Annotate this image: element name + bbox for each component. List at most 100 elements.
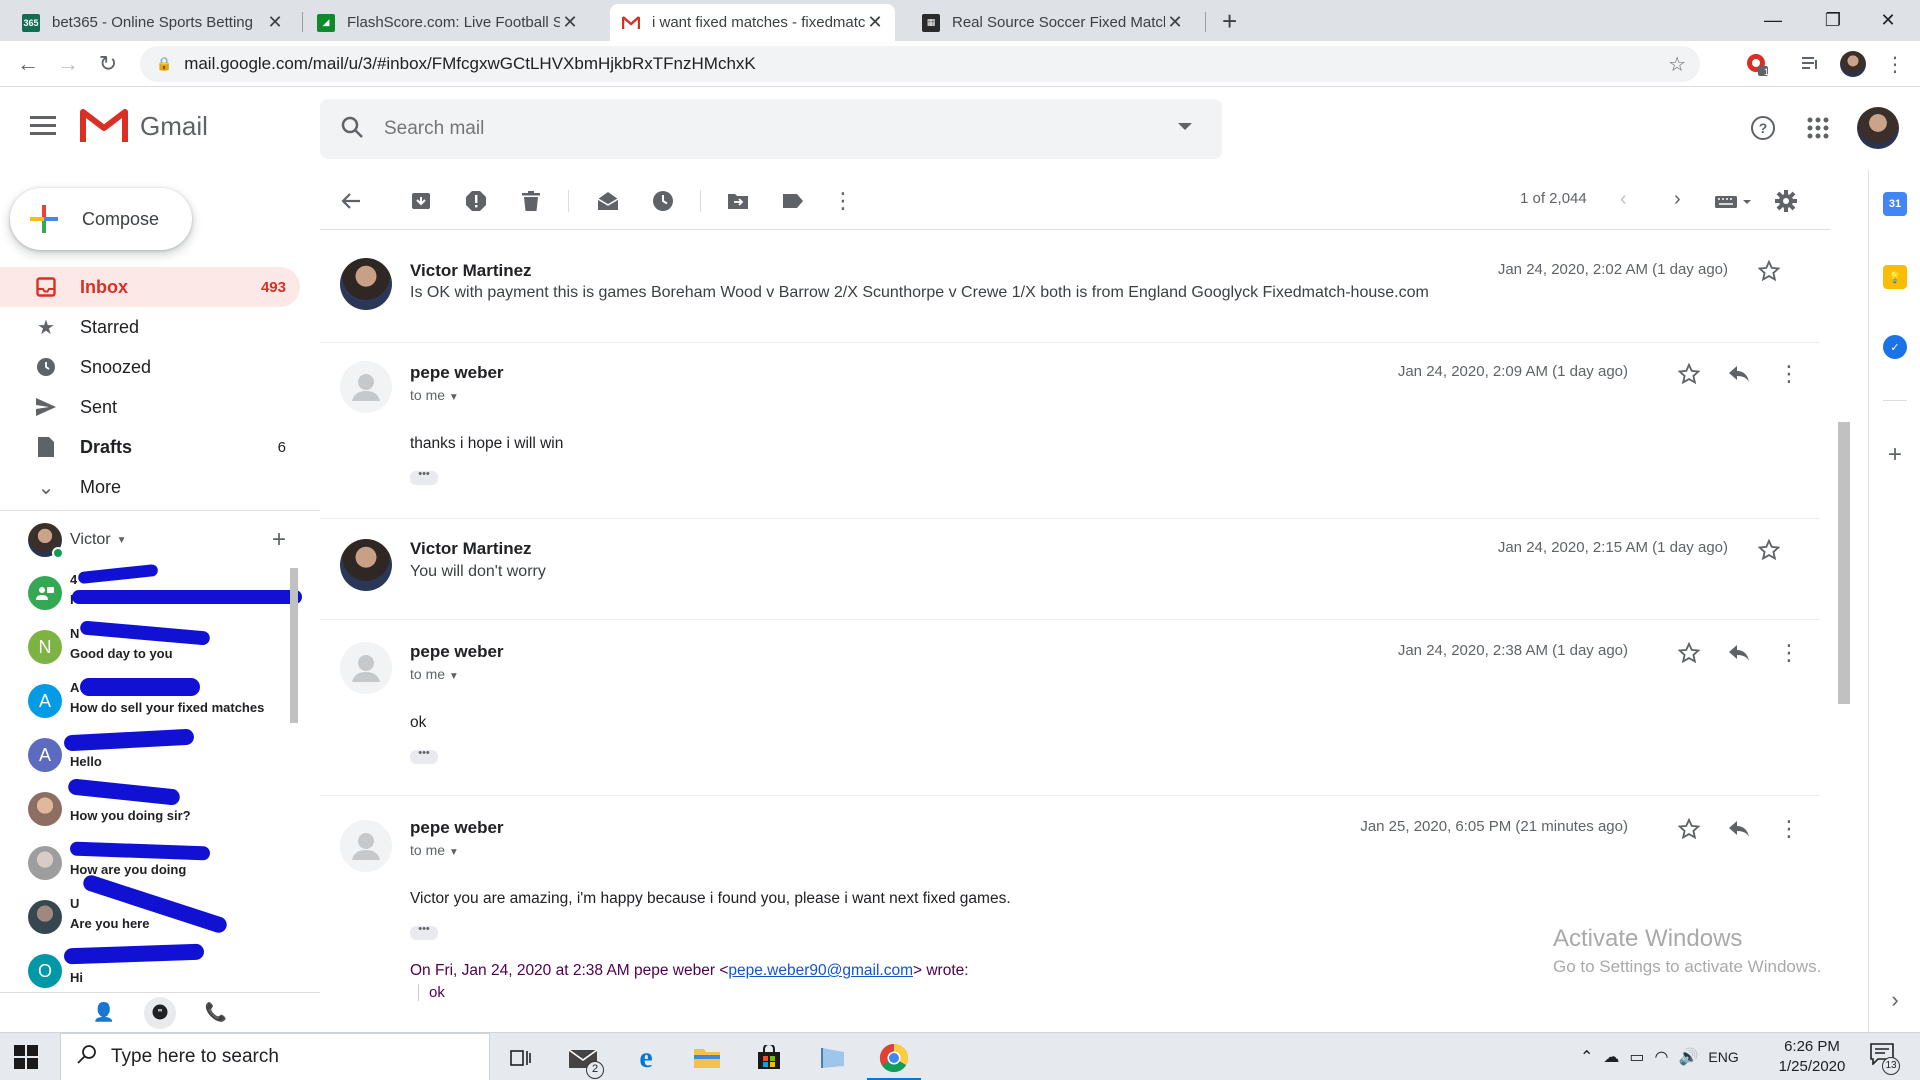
- close-tab-icon[interactable]: ✕: [1165, 12, 1185, 33]
- input-tools-icon[interactable]: [1712, 188, 1756, 214]
- bookmark-star-icon[interactable]: ☆: [1668, 52, 1686, 77]
- chat-item[interactable]: How are you doing: [28, 838, 293, 890]
- close-tab-icon[interactable]: ✕: [865, 12, 885, 33]
- battery-icon[interactable]: ▭: [1629, 1047, 1644, 1067]
- hangouts-user[interactable]: Victor ▼ +: [28, 522, 288, 559]
- gmail-logo[interactable]: Gmail: [80, 108, 208, 144]
- account-avatar[interactable]: [1857, 107, 1899, 149]
- wifi-icon[interactable]: ◠: [1655, 1047, 1669, 1067]
- thread-scrollbar[interactable]: [1838, 422, 1850, 704]
- reply-icon[interactable]: [1726, 361, 1752, 387]
- mark-unread-icon[interactable]: [595, 188, 621, 214]
- file-explorer-icon[interactable]: [690, 1041, 724, 1075]
- tab-bet365[interactable]: 365 bet365 - Online Sports Betting ✕: [10, 4, 295, 41]
- get-addons-icon[interactable]: +: [1883, 441, 1907, 468]
- more-options-icon[interactable]: ⋮: [1776, 816, 1802, 842]
- keep-icon[interactable]: 💡: [1883, 265, 1907, 289]
- more-actions-icon[interactable]: ⋮: [830, 188, 856, 214]
- compose-button[interactable]: Compose: [10, 188, 192, 250]
- search-bar[interactable]: [320, 99, 1222, 159]
- label-icon[interactable]: [780, 188, 806, 214]
- chat-item[interactable]: N N Good day to you: [28, 620, 293, 674]
- archive-icon[interactable]: [408, 188, 434, 214]
- back-to-inbox-icon[interactable]: [338, 188, 364, 214]
- chat-item[interactable]: A A How do sell your fixed matches: [28, 676, 293, 728]
- sidebar-item-drafts[interactable]: Drafts 6: [0, 427, 300, 467]
- chat-item[interactable]: U Are you here: [28, 873, 293, 944]
- move-to-icon[interactable]: [725, 188, 751, 214]
- media-queue-icon[interactable]: [1798, 51, 1824, 77]
- recipient-details[interactable]: to me ▼: [410, 666, 459, 682]
- more-options-icon[interactable]: ⋮: [1776, 361, 1802, 387]
- new-tab-button[interactable]: +: [1222, 6, 1237, 36]
- tab-flashscore[interactable]: ◢ FlashScore.com: Live Football Scores ✕: [305, 4, 590, 41]
- chrome-icon[interactable]: [867, 1041, 921, 1080]
- search-options-icon[interactable]: [1178, 123, 1192, 130]
- star-icon[interactable]: [1676, 361, 1702, 387]
- address-bar[interactable]: 🔒 mail.google.com/mail/u/3/#inbox/FMfcgx…: [140, 46, 1700, 82]
- onedrive-icon[interactable]: ☁: [1603, 1047, 1619, 1067]
- close-tab-icon[interactable]: ✕: [265, 12, 285, 33]
- taskbar-search-box[interactable]: Type here to search: [60, 1033, 490, 1080]
- browser-menu-icon[interactable]: ⋮: [1882, 51, 1908, 77]
- help-icon[interactable]: ?: [1747, 112, 1779, 144]
- apps-grid-icon[interactable]: [1802, 112, 1834, 144]
- star-icon[interactable]: [1676, 816, 1702, 842]
- clock[interactable]: 6:26 PM 1/25/2020: [1772, 1037, 1852, 1077]
- report-spam-icon[interactable]: [463, 188, 489, 214]
- snooze-icon[interactable]: [650, 188, 676, 214]
- close-tab-icon[interactable]: ✕: [560, 12, 580, 33]
- message-collapsed[interactable]: Victor Martinez You will don't worry Jan…: [320, 519, 1820, 620]
- show-trimmed-content-button[interactable]: •••: [410, 748, 438, 764]
- show-trimmed-content-button[interactable]: •••: [410, 924, 438, 940]
- forward-icon[interactable]: →: [54, 50, 82, 78]
- newer-icon[interactable]: ‹: [1620, 188, 1627, 211]
- star-icon[interactable]: [1756, 537, 1782, 563]
- recipient-details[interactable]: to me ▼: [410, 842, 459, 858]
- tasks-icon[interactable]: ✓: [1883, 335, 1907, 359]
- search-icon[interactable]: [340, 115, 368, 144]
- action-center-icon[interactable]: 13: [1870, 1043, 1900, 1075]
- language-indicator[interactable]: ENG: [1708, 1049, 1738, 1065]
- sidebar-item-snoozed[interactable]: Snoozed: [0, 347, 300, 387]
- app-window-icon[interactable]: [815, 1041, 849, 1075]
- star-icon[interactable]: [1756, 258, 1782, 284]
- contacts-icon[interactable]: 👤: [88, 997, 120, 1029]
- chat-list-scrollbar[interactable]: [290, 568, 298, 723]
- chat-item[interactable]: How you doing sir?: [28, 778, 293, 836]
- reply-icon[interactable]: [1726, 816, 1752, 842]
- close-window-button[interactable]: ✕: [1865, 4, 1911, 36]
- phone-icon[interactable]: 📞: [200, 997, 232, 1029]
- minimize-button[interactable]: —: [1750, 4, 1796, 36]
- maximize-button[interactable]: ❐: [1810, 4, 1856, 36]
- chevron-down-icon[interactable]: ▼: [449, 392, 459, 403]
- older-icon[interactable]: ›: [1674, 188, 1681, 211]
- task-view-icon[interactable]: [503, 1041, 537, 1075]
- show-trimmed-content-button[interactable]: •••: [410, 469, 438, 485]
- show-hidden-icons-icon[interactable]: ⌃: [1580, 1047, 1593, 1067]
- chevron-down-icon[interactable]: ▼: [117, 535, 127, 546]
- profile-avatar[interactable]: [1840, 51, 1866, 77]
- quoted-email-link[interactable]: pepe.weber90@gmail.com: [728, 962, 913, 979]
- search-input[interactable]: [384, 118, 1144, 140]
- reply-icon[interactable]: [1726, 640, 1752, 666]
- store-icon[interactable]: [752, 1041, 786, 1075]
- main-menu-icon[interactable]: [30, 116, 56, 140]
- star-icon[interactable]: [1676, 640, 1702, 666]
- sidebar-item-more[interactable]: ⌄ More: [0, 467, 300, 507]
- tab-fixed-matches-site[interactable]: ▦ Real Source Soccer Fixed Matches ✕: [910, 4, 1195, 41]
- extension-icon[interactable]: 1: [1744, 51, 1770, 77]
- calendar-icon[interactable]: 31: [1883, 192, 1907, 216]
- chevron-down-icon[interactable]: ▼: [449, 671, 459, 682]
- edge-browser-icon[interactable]: e: [629, 1041, 663, 1075]
- volume-icon[interactable]: 🔊: [1679, 1047, 1699, 1067]
- chevron-down-icon[interactable]: ▼: [449, 847, 459, 858]
- windows-start-icon[interactable]: [14, 1045, 38, 1069]
- hangouts-chat-icon[interactable]: ": [144, 996, 176, 1029]
- delete-icon[interactable]: [518, 188, 544, 214]
- new-conversation-icon[interactable]: +: [272, 526, 286, 554]
- back-icon[interactable]: ←: [14, 50, 42, 78]
- chat-item[interactable]: O Hi: [28, 943, 293, 998]
- mail-app-icon[interactable]: 2: [566, 1041, 604, 1079]
- message-collapsed[interactable]: Victor Martinez Is OK with payment this …: [320, 240, 1820, 343]
